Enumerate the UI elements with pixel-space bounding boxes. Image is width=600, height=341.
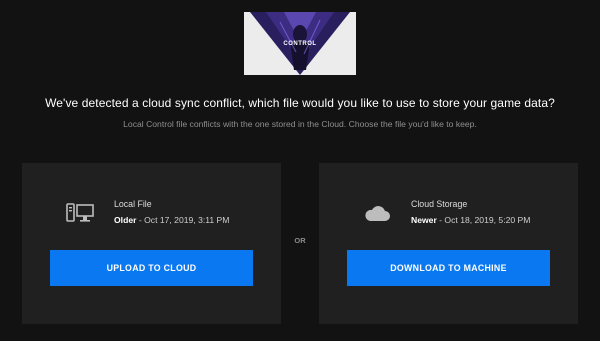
game-logo-text: CONTROL	[283, 41, 317, 47]
game-thumbnail: CONTROL	[244, 12, 356, 75]
cloud-file-date: - Oct 18, 2019, 5:20 PM	[436, 215, 531, 225]
upload-to-cloud-button[interactable]: UPLOAD TO CLOUD	[50, 250, 253, 286]
local-file-date: - Oct 17, 2019, 3:11 PM	[136, 215, 230, 225]
computer-icon	[64, 201, 96, 227]
cloud-file-meta: Newer - Oct 18, 2019, 5:20 PM	[411, 215, 530, 225]
or-separator: OR	[294, 236, 306, 245]
cloud-storage-panel: Cloud Storage Newer - Oct 18, 2019, 5:20…	[319, 163, 578, 324]
local-file-panel: Local File Older - Oct 17, 2019, 3:11 PM…	[22, 163, 281, 324]
local-file-status: Older	[114, 215, 137, 225]
local-file-title: Local File	[114, 199, 152, 209]
conflict-headline: We've detected a cloud sync conflict, wh…	[45, 96, 555, 110]
cloud-file-status: Newer	[411, 215, 437, 225]
local-file-meta: Older - Oct 17, 2019, 3:11 PM	[114, 215, 229, 225]
conflict-description: Local Control file conflicts with the on…	[123, 119, 477, 129]
cloud-icon	[361, 201, 393, 227]
cloud-file-title: Cloud Storage	[411, 199, 468, 209]
download-to-machine-button[interactable]: DOWNLOAD TO MACHINE	[347, 250, 550, 286]
